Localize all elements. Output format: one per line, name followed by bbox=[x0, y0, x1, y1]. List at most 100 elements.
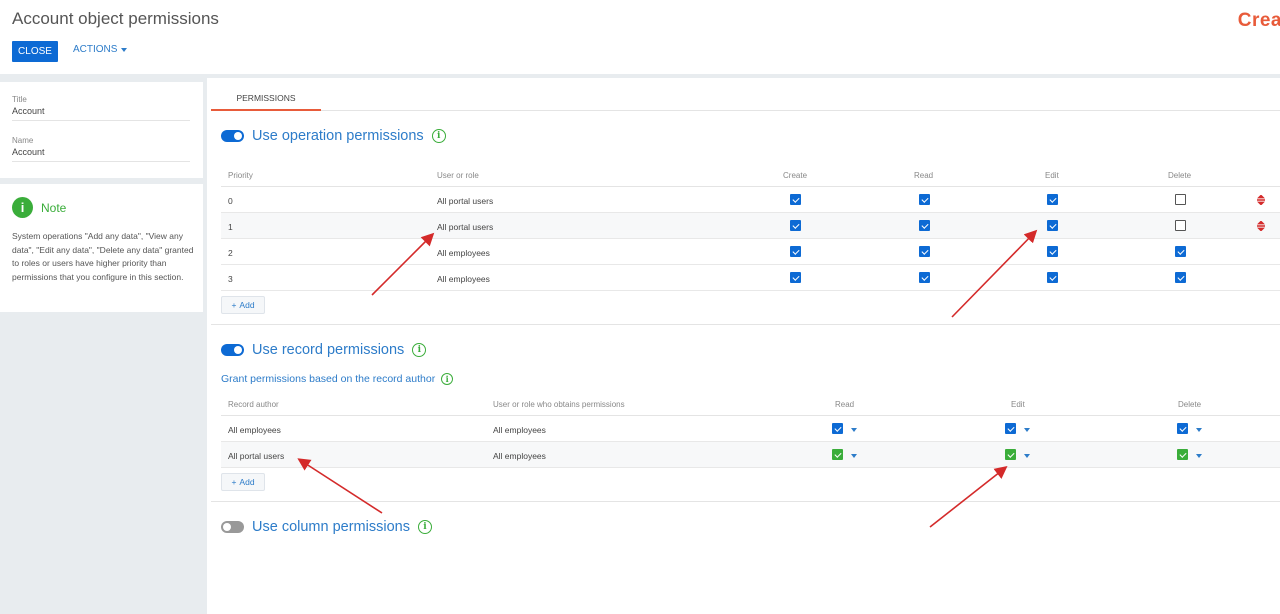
close-button[interactable]: CLOSE bbox=[12, 41, 58, 62]
delete-level-checkbox[interactable] bbox=[1177, 423, 1188, 434]
delete-checkbox[interactable] bbox=[1175, 220, 1186, 231]
info-icon[interactable]: i bbox=[412, 343, 427, 357]
page-title: Account object permissions bbox=[12, 9, 219, 28]
tab-bar: PERMISSIONS bbox=[211, 82, 1280, 111]
record-permissions-table: Record author User or role who obtains p… bbox=[221, 392, 1280, 468]
record-permissions-header: Use record permissions i bbox=[221, 342, 427, 358]
page: Account object permissions Crea CLOSE AC… bbox=[0, 0, 1280, 614]
operation-permissions-header: Use operation permissions i bbox=[221, 128, 446, 144]
column-header: Delete bbox=[1178, 400, 1202, 409]
chevron-down-icon[interactable] bbox=[1196, 428, 1202, 432]
create-checkbox[interactable] bbox=[790, 194, 801, 205]
priority-cell: 2 bbox=[228, 248, 233, 258]
chevron-down-icon[interactable] bbox=[851, 454, 857, 458]
chevron-down-icon[interactable] bbox=[851, 428, 857, 432]
operation-permissions-toggle[interactable] bbox=[221, 130, 244, 142]
note-text: System operations "Add any data", "View … bbox=[12, 231, 194, 282]
edit-level-checkbox[interactable] bbox=[1005, 423, 1016, 434]
edit-checkbox[interactable] bbox=[1047, 272, 1058, 283]
table-header: Priority User or role Create Read Edit D… bbox=[221, 163, 1280, 187]
user-cell: All employees bbox=[493, 451, 546, 461]
column-header: Edit bbox=[1011, 400, 1025, 409]
title-field[interactable]: Title Account bbox=[12, 95, 190, 121]
column-permissions-header: Use column permissions i bbox=[221, 519, 432, 535]
column-header: Read bbox=[914, 171, 934, 180]
column-header: Record author bbox=[228, 400, 279, 409]
info-icon[interactable]: i bbox=[417, 520, 432, 534]
section-title: Use column permissions bbox=[252, 519, 410, 535]
create-checkbox[interactable] bbox=[790, 220, 801, 231]
add-operation-button[interactable]: + Add bbox=[221, 296, 265, 314]
delete-checkbox[interactable] bbox=[1175, 272, 1186, 283]
field-value: Account bbox=[12, 106, 45, 116]
reorder-icon[interactable] bbox=[1256, 221, 1266, 231]
user-cell: All employees bbox=[437, 274, 490, 284]
section-divider bbox=[211, 324, 1280, 325]
table-row[interactable]: 2 All employees bbox=[221, 239, 1280, 265]
section-title: Use operation permissions bbox=[252, 128, 424, 144]
read-checkbox[interactable] bbox=[919, 272, 930, 283]
add-label: Add bbox=[239, 300, 255, 310]
read-level-checkbox[interactable] bbox=[832, 449, 843, 460]
priority-cell: 0 bbox=[228, 196, 233, 206]
note-title: Note bbox=[41, 200, 67, 215]
author-cell: All portal users bbox=[228, 451, 285, 461]
plus-icon: + bbox=[231, 477, 237, 487]
chevron-down-icon[interactable] bbox=[1024, 428, 1030, 432]
operation-permissions-table: Priority User or role Create Read Edit D… bbox=[221, 163, 1280, 291]
record-author-subtitle: Grant permissions based on the record au… bbox=[221, 373, 436, 385]
read-checkbox[interactable] bbox=[919, 220, 930, 231]
plus-icon: + bbox=[231, 300, 237, 310]
tab-permissions[interactable]: PERMISSIONS bbox=[211, 82, 321, 111]
column-header: User or role bbox=[437, 171, 479, 180]
arrow-annotation bbox=[929, 466, 1008, 528]
table-row[interactable]: 1 All portal users bbox=[221, 213, 1280, 239]
table-row[interactable]: 0 All portal users bbox=[221, 187, 1280, 213]
actions-label: ACTIONS bbox=[73, 44, 118, 55]
user-cell: All employees bbox=[437, 248, 490, 258]
page-header: Account object permissions Crea CLOSE AC… bbox=[0, 0, 1280, 78]
priority-cell: 3 bbox=[228, 274, 233, 284]
name-field[interactable]: Name Account bbox=[12, 136, 190, 162]
column-permissions-toggle[interactable] bbox=[221, 521, 244, 533]
delete-level-checkbox[interactable] bbox=[1177, 449, 1188, 460]
table-row[interactable]: All portal users All employees bbox=[221, 442, 1280, 468]
column-header: Edit bbox=[1045, 171, 1059, 180]
add-record-button[interactable]: + Add bbox=[221, 473, 265, 491]
user-cell: All employees bbox=[493, 425, 546, 435]
info-icon[interactable]: i bbox=[441, 373, 454, 385]
column-header: Create bbox=[783, 171, 808, 180]
user-cell: All portal users bbox=[437, 196, 494, 206]
actions-button[interactable]: ACTIONS bbox=[73, 44, 128, 55]
record-permissions-toggle[interactable] bbox=[221, 344, 244, 356]
field-label: Name bbox=[12, 136, 34, 145]
edit-checkbox[interactable] bbox=[1047, 220, 1058, 231]
section-divider bbox=[211, 501, 1280, 502]
field-value: Account bbox=[12, 147, 45, 157]
info-icon: i bbox=[12, 197, 33, 218]
reorder-icon[interactable] bbox=[1256, 195, 1266, 205]
add-label: Add bbox=[239, 477, 255, 487]
brand-logo: Crea bbox=[1237, 10, 1280, 31]
user-cell: All portal users bbox=[437, 222, 494, 232]
read-level-checkbox[interactable] bbox=[832, 423, 843, 434]
table-row[interactable]: 3 All employees bbox=[221, 265, 1280, 291]
info-icon[interactable]: i bbox=[431, 129, 446, 143]
edit-checkbox[interactable] bbox=[1047, 194, 1058, 205]
create-checkbox[interactable] bbox=[790, 272, 801, 283]
delete-checkbox[interactable] bbox=[1175, 194, 1186, 205]
edit-checkbox[interactable] bbox=[1047, 246, 1058, 257]
edit-level-checkbox[interactable] bbox=[1005, 449, 1016, 460]
column-header: User or role who obtains permissions bbox=[493, 400, 625, 409]
read-checkbox[interactable] bbox=[919, 246, 930, 257]
chevron-down-icon[interactable] bbox=[1024, 454, 1030, 458]
table-header: Record author User or role who obtains p… bbox=[221, 392, 1280, 416]
delete-checkbox[interactable] bbox=[1175, 246, 1186, 257]
priority-cell: 1 bbox=[228, 222, 233, 232]
chevron-down-icon[interactable] bbox=[1196, 454, 1202, 458]
table-row[interactable]: All employees All employees bbox=[221, 416, 1280, 442]
author-cell: All employees bbox=[228, 425, 281, 435]
info-card: Title Account Name Account bbox=[0, 82, 203, 178]
create-checkbox[interactable] bbox=[790, 246, 801, 257]
read-checkbox[interactable] bbox=[919, 194, 930, 205]
